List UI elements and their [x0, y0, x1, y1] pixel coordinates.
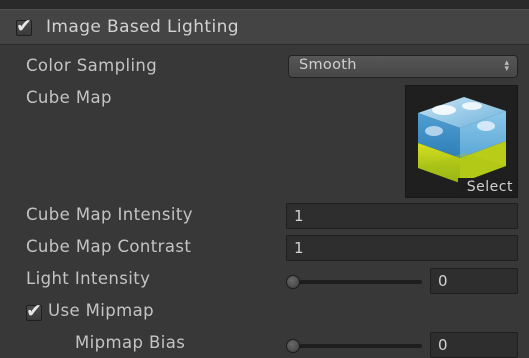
cube-map-intensity-field[interactable]: 1 — [286, 203, 518, 229]
cube-map-select-button[interactable]: Select — [458, 178, 517, 197]
dropdown-arrows-icon: ▴ ▾ — [504, 58, 509, 74]
cube-map-label: Cube Map — [26, 88, 112, 107]
checkmark-icon: ✔ — [16, 15, 32, 37]
mipmap-bias-slider-track[interactable] — [290, 344, 422, 348]
cube-map-intensity-label: Cube Map Intensity — [26, 205, 193, 224]
section-title: Image Based Lighting — [46, 17, 239, 37]
checkmark-icon: ✔ — [26, 300, 42, 322]
top-divider — [0, 0, 529, 9]
inspector-panel: ✔ Image Based Lighting Color Sampling Sm… — [0, 0, 529, 358]
enable-ibl-checkbox[interactable]: ✔ — [16, 16, 32, 36]
light-intensity-label: Light Intensity — [26, 269, 151, 288]
light-intensity-field[interactable]: 0 — [430, 268, 518, 294]
mipmap-bias-field[interactable]: 0 — [430, 332, 518, 358]
color-sampling-value: Smooth — [299, 57, 357, 73]
color-sampling-label: Color Sampling — [26, 56, 158, 75]
cube-map-contrast-label: Cube Map Contrast — [26, 237, 192, 256]
cube-map-field[interactable]: Select — [405, 85, 518, 198]
light-intensity-slider-thumb[interactable] — [286, 275, 300, 289]
color-sampling-dropdown[interactable]: Smooth ▴ ▾ — [288, 55, 518, 78]
section-header[interactable]: ✔ Image Based Lighting — [0, 9, 529, 45]
use-mipmap-label: Use Mipmap — [48, 301, 155, 320]
mipmap-bias-label: Mipmap Bias — [75, 333, 186, 352]
light-intensity-slider-track[interactable] — [290, 280, 422, 284]
mipmap-bias-slider-thumb[interactable] — [286, 339, 300, 353]
cube-map-contrast-field[interactable]: 1 — [286, 235, 518, 261]
use-mipmap-checkbox[interactable]: ✔ — [26, 301, 42, 321]
